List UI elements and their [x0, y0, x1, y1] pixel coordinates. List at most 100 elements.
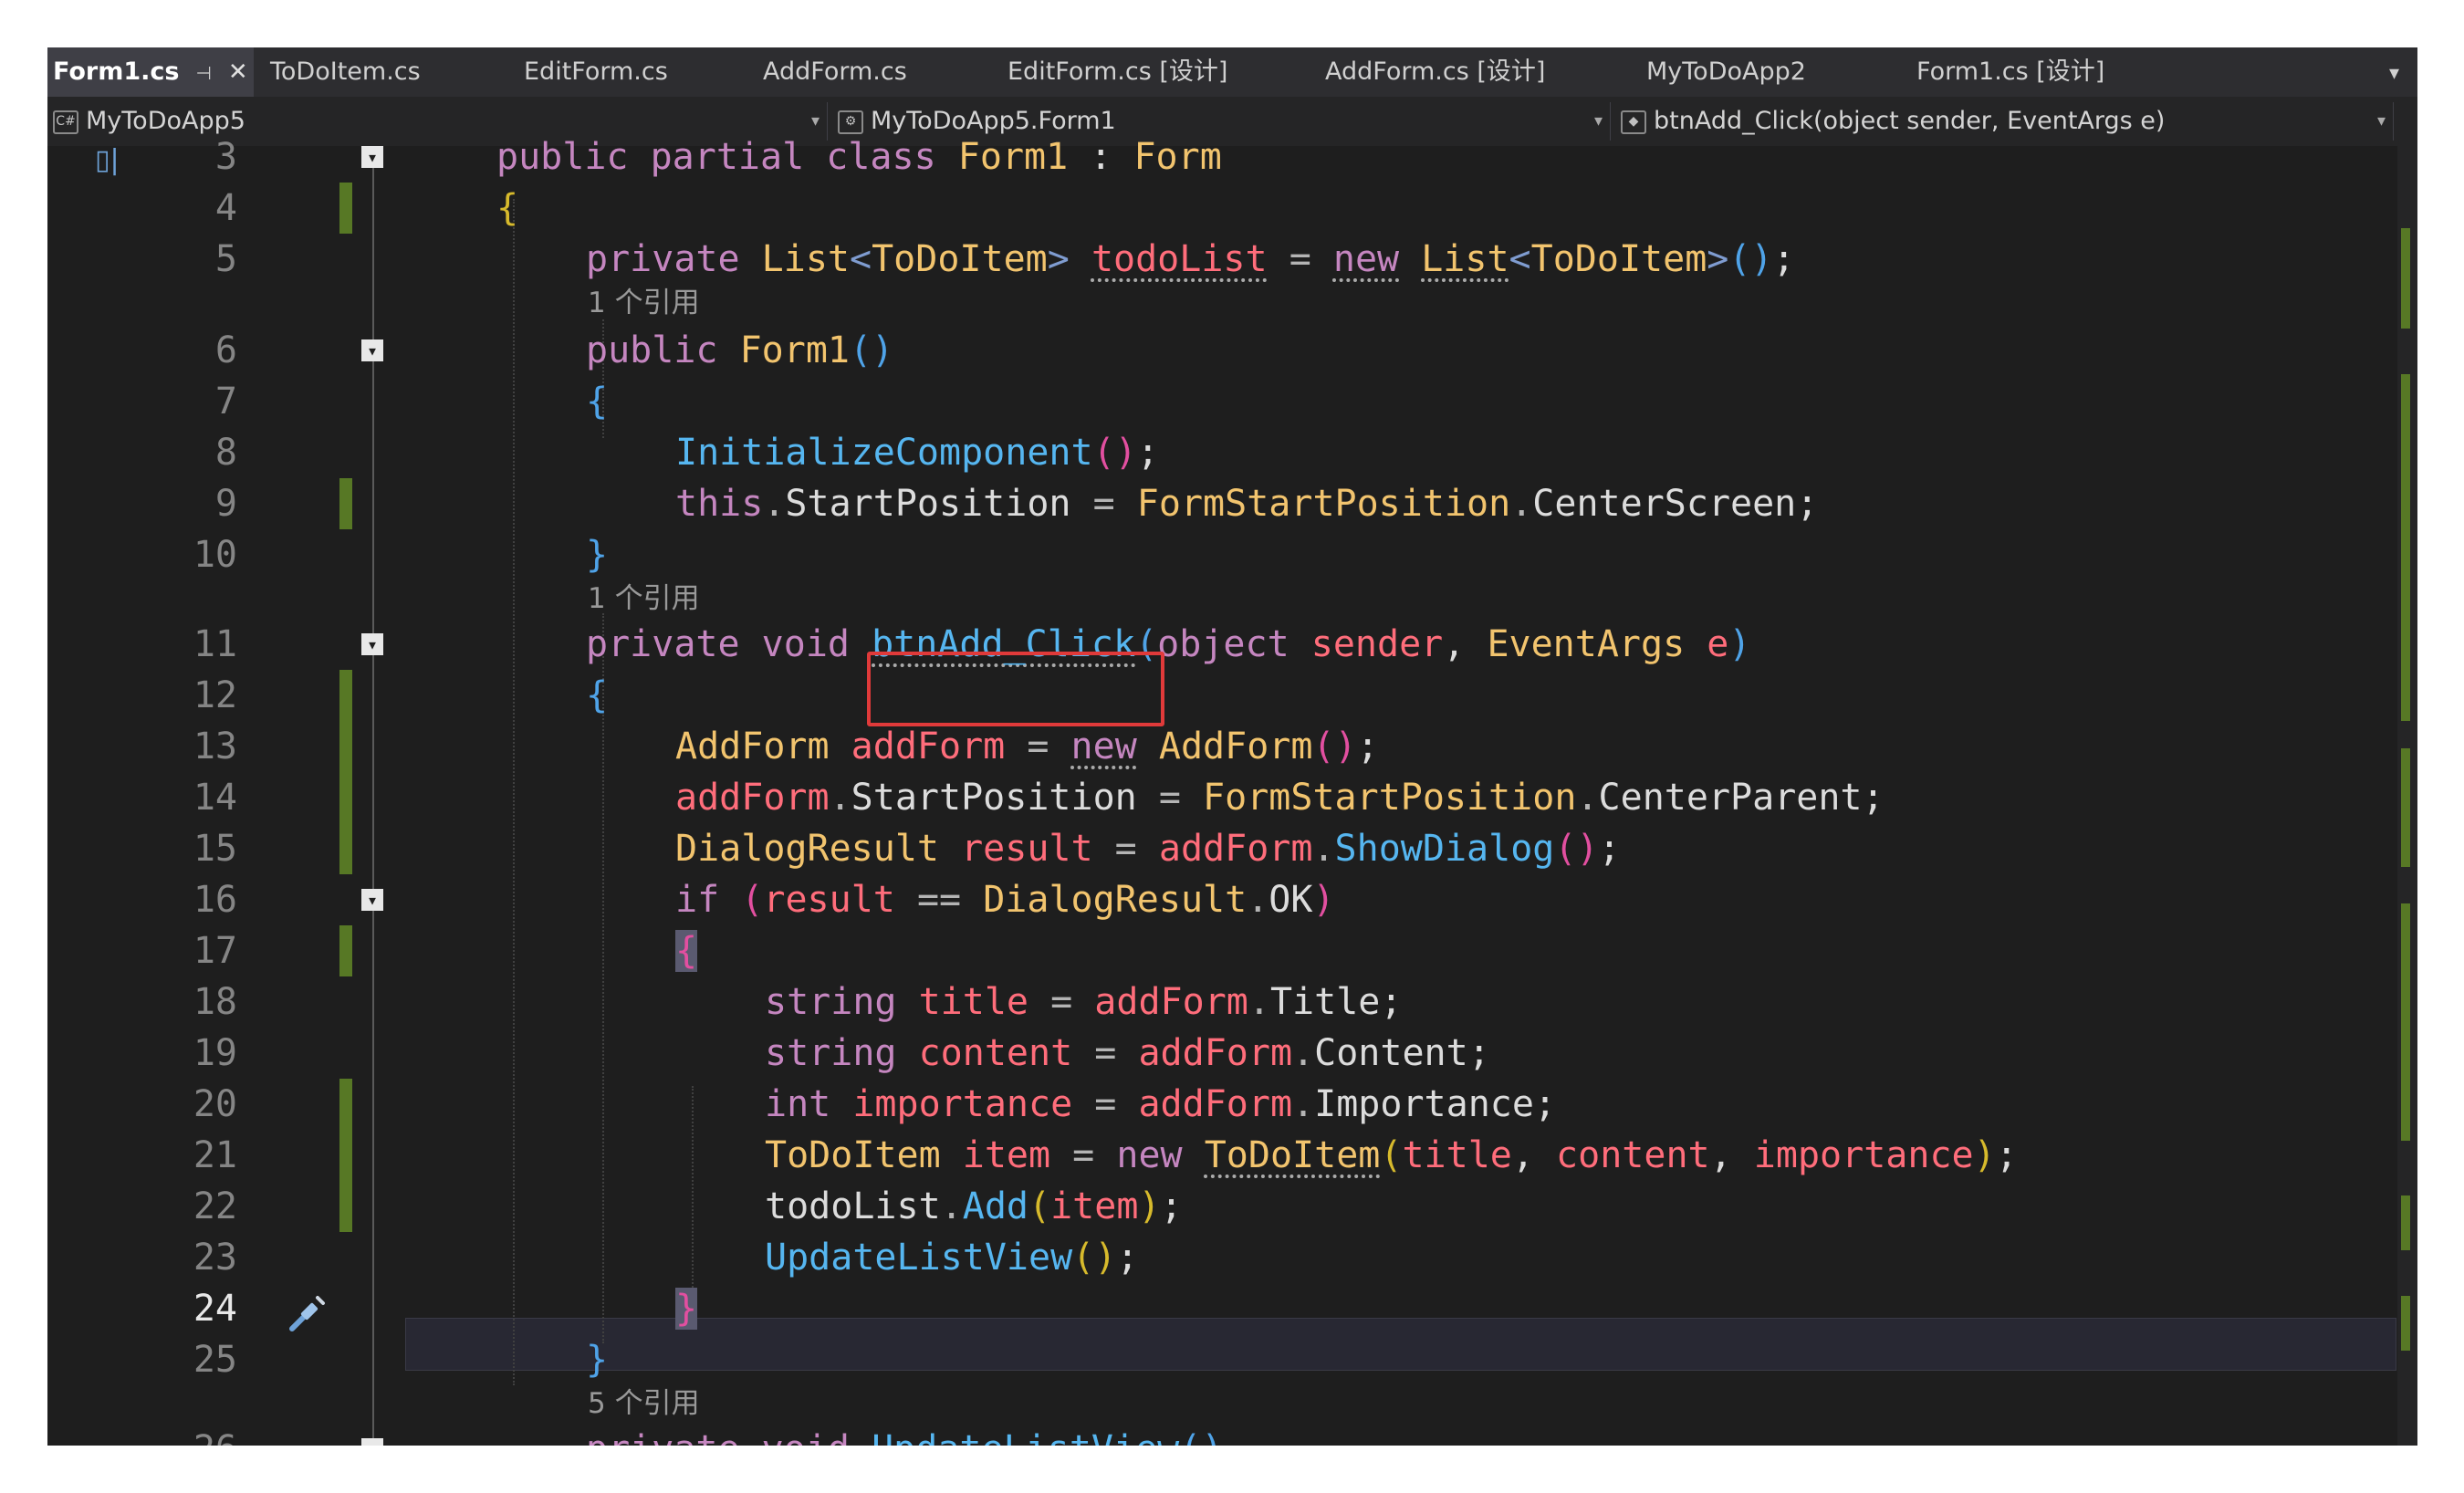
line-number: 10	[193, 534, 237, 576]
code-token: ToDoItem	[765, 1134, 941, 1176]
code-token: UpdateListView	[765, 1237, 1073, 1279]
line-number: 18	[193, 981, 237, 1023]
code-token: string	[765, 981, 897, 1023]
code-token: Form1	[957, 136, 1069, 178]
code-token: new	[1332, 238, 1400, 280]
code-token: void	[762, 1428, 850, 1446]
code-token: }	[675, 1288, 698, 1330]
code-text: this.StartPosition = FormStartPosition.C…	[675, 478, 1818, 529]
code-token: ToDoItem	[1530, 238, 1707, 280]
pin-icon[interactable]: ⊣	[195, 62, 211, 84]
code-token: title	[1402, 1134, 1512, 1176]
tab-mytodoapp2[interactable]: MyToDoApp2	[1646, 47, 1806, 97]
line-number: 8	[214, 432, 237, 474]
tab-form1-cs[interactable]: Form1.cs ⊣ ✕	[47, 47, 254, 97]
fold-toggle-icon[interactable]: ▾	[361, 339, 383, 361]
code-token: .	[940, 1185, 963, 1227]
code-token: .	[763, 483, 786, 525]
code-token: ;	[1356, 726, 1379, 767]
code-text: {	[586, 376, 608, 427]
code-token: DialogResult	[675, 828, 939, 870]
code-token: CenterParent	[1598, 777, 1863, 819]
codelens-references[interactable]: 1 个引用	[588, 285, 700, 321]
codelens-references[interactable]: 5 个引用	[588, 1385, 700, 1422]
code-token: =	[1094, 1032, 1117, 1074]
close-icon[interactable]: ✕	[228, 58, 248, 86]
code-token: .	[1510, 483, 1533, 525]
codelens-references[interactable]: 1 个引用	[588, 580, 700, 617]
code-token: )	[1728, 623, 1751, 665]
code-text: {	[586, 670, 608, 721]
tab-addform-cs[interactable]: AddForm.cs	[763, 47, 907, 97]
code-text: if (result == DialogResult.OK)	[675, 874, 1335, 925]
code-token: int	[765, 1083, 831, 1125]
code-token: {	[586, 674, 609, 716]
code-token: private	[586, 1428, 740, 1446]
code-token: UpdateListView	[872, 1428, 1179, 1446]
code-token: {	[586, 381, 609, 423]
line-number: 25	[193, 1339, 237, 1381]
screwdriver-icon[interactable]	[287, 1290, 330, 1334]
code-token: Form1	[739, 329, 851, 371]
code-token: <	[1509, 238, 1531, 280]
code-line-3: 3 ▾ public partial class Form1 : Form	[47, 131, 2384, 183]
tab-editform-designer[interactable]: EditForm.cs [设计]	[1008, 47, 1227, 97]
code-token: ()	[1728, 238, 1773, 280]
code-token: DialogResult	[983, 879, 1248, 921]
code-token: EventArgs	[1487, 623, 1686, 665]
code-text: DialogResult result = addForm.ShowDialog…	[675, 823, 1621, 874]
code-line-16: 16 ▾ if (result == DialogResult.OK)	[47, 874, 2384, 925]
scroll-change-mark	[2401, 903, 2410, 1141]
change-marker	[339, 925, 352, 976]
code-token: addForm	[1158, 828, 1313, 870]
code-token: .	[1576, 777, 1599, 819]
change-marker	[339, 1181, 352, 1232]
code-token: .	[1248, 981, 1270, 1023]
fold-toggle-icon[interactable]: ▾	[361, 889, 383, 911]
code-token: sender	[1310, 623, 1444, 665]
code-line-19: 19 string content = addForm.Content;	[47, 1028, 2384, 1079]
code-token: importance	[852, 1083, 1073, 1125]
scroll-change-mark	[2401, 228, 2410, 329]
code-editor[interactable]: ▯| 3 ▾ public partial class Form1 : Form…	[47, 136, 2417, 1446]
code-token: ;	[1598, 828, 1621, 870]
tab-addform-designer[interactable]: AddForm.cs [设计]	[1325, 47, 1545, 97]
tab-editform-cs[interactable]: EditForm.cs	[524, 47, 668, 97]
code-token: ==	[916, 879, 962, 921]
code-token: :	[1068, 136, 1134, 178]
code-token: .	[1247, 879, 1269, 921]
code-token: result	[961, 828, 1093, 870]
line-number: 6	[214, 329, 237, 371]
line-number: 16	[193, 879, 237, 921]
tab-todoitem-cs[interactable]: ToDoItem.cs	[270, 47, 421, 97]
code-token: ToDoItem	[872, 238, 1048, 280]
code-token: =	[1158, 777, 1181, 819]
code-text: AddForm addForm = new AddForm();	[675, 721, 1379, 772]
vertical-scrollbar[interactable]	[2397, 146, 2417, 1446]
code-token: AddForm	[1158, 726, 1313, 767]
visual-studio-window: Form1.cs ⊣ ✕ ToDoItem.cs EditForm.cs AddFo…	[47, 47, 2417, 1446]
code-token: ;	[1136, 432, 1159, 474]
code-token: new	[1070, 726, 1137, 767]
code-token: ;	[1862, 777, 1885, 819]
code-token: OK	[1269, 879, 1313, 921]
code-token: ;	[1772, 238, 1795, 280]
code-token: void	[761, 623, 850, 665]
code-token: Title	[1269, 981, 1381, 1023]
tab-overflow-icon[interactable]: ▾	[2389, 62, 2399, 85]
code-line-25: 25 }	[47, 1334, 2384, 1385]
change-marker	[339, 1130, 352, 1181]
fold-toggle-icon[interactable]: ▾	[361, 146, 383, 168]
fold-toggle-icon[interactable]: ▾	[361, 633, 383, 655]
tab-form1-designer[interactable]: Form1.cs [设计]	[1916, 47, 2104, 97]
code-token: todoList	[765, 1185, 941, 1227]
scroll-change-mark	[2401, 1195, 2410, 1250]
code-line-8: 8 InitializeComponent();	[47, 427, 2384, 478]
code-token: item	[962, 1134, 1051, 1176]
fold-toggle-icon[interactable]: ▾	[361, 1438, 383, 1446]
